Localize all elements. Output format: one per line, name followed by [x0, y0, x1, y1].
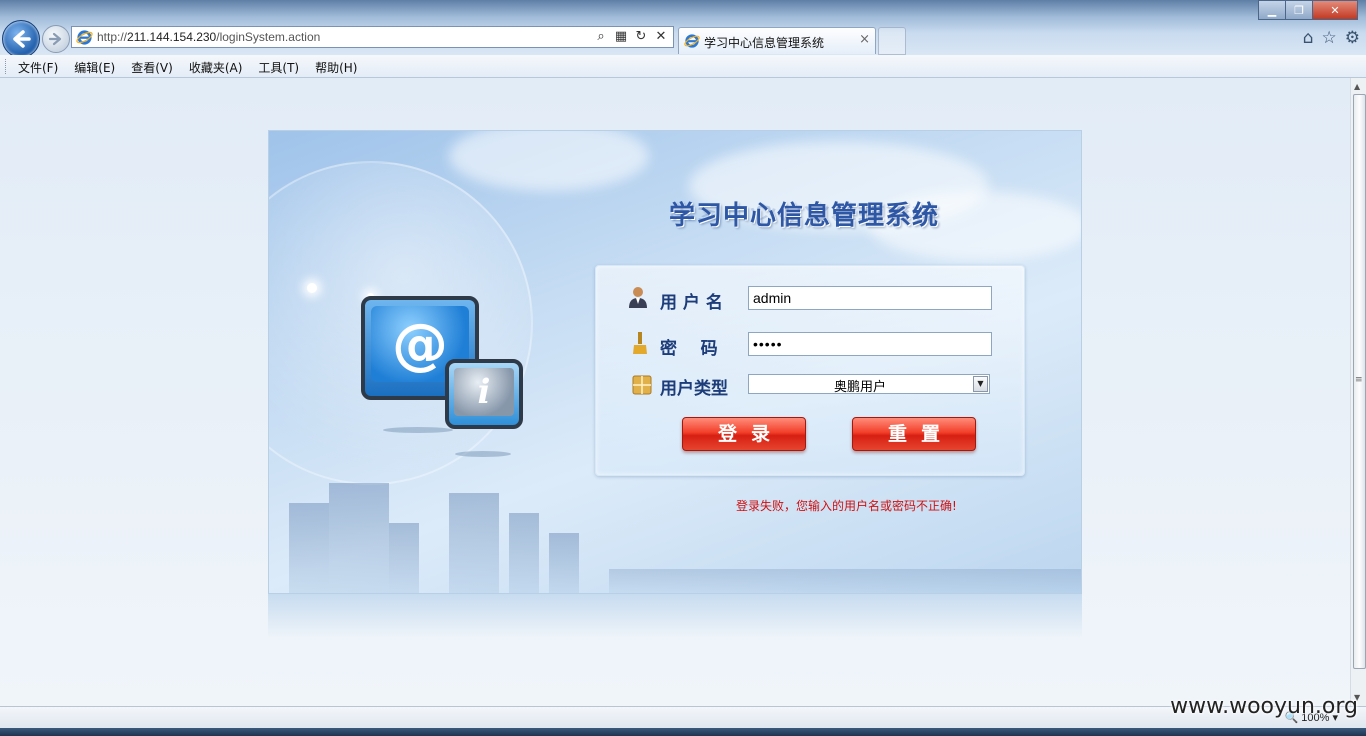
os-taskbar — [0, 728, 1366, 736]
reset-button[interactable]: 重置 — [852, 417, 976, 451]
favorites-star-icon[interactable]: ☆ — [1322, 28, 1337, 48]
compatibility-icon[interactable]: ▦ — [613, 29, 629, 44]
forward-arrow-icon — [48, 32, 62, 46]
browser-chrome: http://211.144.154.230/loginSystem.actio… — [0, 0, 1366, 58]
usertype-label: 用户类型 — [660, 379, 728, 399]
address-bar[interactable]: http://211.144.154.230/loginSystem.actio… — [71, 26, 674, 48]
back-arrow-icon — [13, 30, 31, 48]
system-title-reflection: 学习中心信息管理系统 — [669, 203, 940, 222]
status-bar: 🔍 100% ▾ — [0, 706, 1366, 729]
skyline-building — [609, 569, 1081, 593]
skyline-building — [289, 503, 329, 593]
stop-icon[interactable]: ✕ — [653, 29, 669, 44]
refresh-icon[interactable]: ↻ — [633, 29, 649, 44]
ie-logo-icon — [76, 30, 93, 45]
url-text: http://211.144.154.230/loginSystem.actio… — [97, 30, 321, 44]
menu-favorites[interactable]: 收藏夹(A) — [189, 59, 243, 76]
menu-edit[interactable]: 编辑(E) — [74, 59, 115, 76]
info-monitor-illustration: i — [445, 359, 523, 429]
skyline-building — [509, 513, 539, 593]
user-icon — [629, 287, 647, 308]
skyline-building — [389, 523, 419, 593]
tab-title: 学习中心信息管理系统 — [704, 36, 825, 50]
vertical-scrollbar[interactable]: ▲ ▼ — [1350, 78, 1366, 706]
sparkle-decoration — [307, 283, 317, 293]
password-label: 密 码 — [660, 339, 718, 359]
new-tab-button[interactable] — [878, 27, 906, 55]
home-icon[interactable]: ⌂ — [1303, 28, 1314, 48]
skyline-building — [549, 533, 579, 593]
panel-reflection — [268, 594, 1082, 638]
username-label: 用 户 名 — [660, 293, 723, 313]
login-form: 用 户 名 密 码 用户类型 奥鹏用户 ▼ 登录 重置 — [595, 265, 1025, 476]
usertype-selected-value: 奥鹏用户 — [833, 380, 886, 395]
menu-tools[interactable]: 工具(T) — [258, 59, 299, 76]
menu-bar: 文件(F) 编辑(E) 查看(V) 收藏夹(A) 工具(T) 帮助(H) — [0, 55, 1366, 78]
password-input[interactable] — [748, 332, 992, 356]
menu-file[interactable]: 文件(F) — [18, 59, 58, 76]
minimize-button[interactable]: ▁ — [1258, 0, 1286, 20]
menu-view[interactable]: 查看(V) — [131, 59, 173, 76]
forward-button[interactable] — [42, 25, 70, 53]
scroll-up-arrow-icon[interactable]: ▲ — [1354, 82, 1360, 91]
username-input[interactable] — [748, 286, 992, 310]
search-icon[interactable]: ⌕ — [593, 29, 609, 44]
back-button[interactable] — [2, 20, 40, 58]
toolbar-grip — [5, 59, 9, 74]
menu-help[interactable]: 帮助(H) — [315, 59, 357, 76]
cloud-decoration — [449, 131, 649, 191]
skyline-building — [329, 483, 389, 593]
skyline-building — [449, 493, 499, 593]
usertype-select[interactable]: 奥鹏用户 ▼ — [748, 374, 990, 395]
login-panel: @ i 学习中心信息管理系统 学习中心信息管理系统 用 户 名 密 码 — [268, 130, 1082, 594]
tab-login[interactable]: 学习中心信息管理系统 × — [678, 27, 876, 54]
monitor-stand — [383, 427, 453, 433]
grid-icon — [632, 375, 652, 395]
info-icon: i — [454, 368, 514, 416]
ie-logo-icon — [684, 34, 700, 48]
error-message: 登录失败，您输入的用户名或密码不正确! — [736, 499, 957, 513]
key-lock-icon — [633, 332, 647, 354]
close-window-button[interactable]: ✕ — [1312, 0, 1358, 20]
tools-gear-icon[interactable]: ⚙ — [1345, 28, 1360, 48]
restore-button[interactable]: ❐ — [1285, 0, 1313, 20]
dropdown-arrow-icon[interactable]: ▼ — [973, 376, 988, 392]
scrollbar-thumb[interactable] — [1353, 94, 1366, 669]
monitor-stand — [455, 451, 511, 457]
tab-close-icon[interactable]: × — [859, 32, 870, 47]
login-button[interactable]: 登录 — [682, 417, 806, 451]
watermark-text: www.wooyun.org — [1170, 694, 1358, 719]
